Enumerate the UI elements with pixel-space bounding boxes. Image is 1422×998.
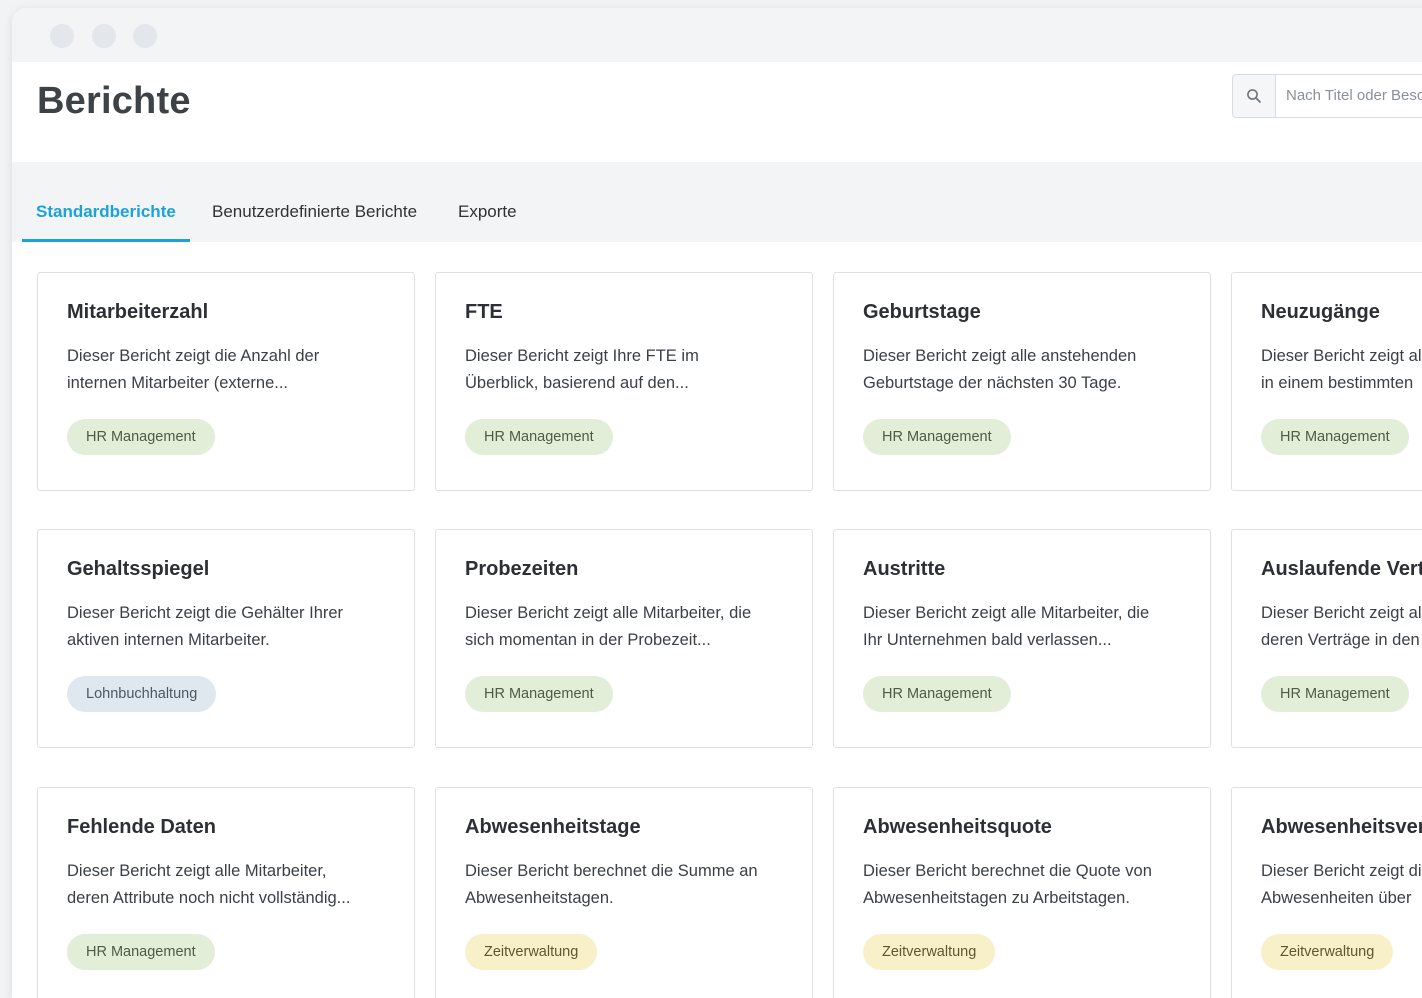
tab-standardberichte[interactable]: Standardberichte [22, 192, 190, 242]
category-badge: HR Management [67, 934, 215, 970]
card-description: Dieser Bericht zeigt alle Mitarbeiter, de… [67, 858, 397, 912]
search-input[interactable] [1276, 75, 1422, 115]
tab-benutzerdefinierte-berichte[interactable]: Benutzerdefinierte Berichte [198, 192, 431, 242]
card-title: Abwesenheitstage [465, 816, 641, 838]
category-badge: Zeitverwaltung [465, 934, 598, 970]
page-header: Berichte [12, 62, 1422, 162]
card-description-line: Dieser Bericht zeigt alle anstehenden [863, 347, 1137, 365]
card-description-line: Dieser Bericht berechnet die Summe an [465, 862, 758, 880]
card-description-line: Dieser Bericht zeigt die Anzahl der [67, 347, 320, 365]
report-card-probezeiten[interactable]: Probezeiten Dieser Bericht zeigt alle Mi… [435, 529, 813, 748]
card-description-line: Abwesenheiten über [1261, 889, 1412, 907]
card-description: Dieser Bericht zeigt alle Mitarbeiter, d… [465, 600, 795, 654]
card-description-line: Abwesenheitstagen. [465, 889, 614, 907]
card-title: Abwesenheitsquote [863, 816, 1052, 838]
card-description-line: Überblick, basierend auf den... [465, 374, 689, 392]
report-card-geburtstage[interactable]: Geburtstage Dieser Bericht zeigt alle an… [833, 272, 1211, 491]
card-title: Abwesenheitsverteilung [1261, 816, 1422, 838]
tab-bar: Standardberichte Benutzerdefinierte Beri… [12, 162, 1422, 242]
search-icon[interactable] [1233, 75, 1276, 117]
card-description-line: Geburtstage der nächsten 30 Tage. [863, 374, 1122, 392]
card-description-line: Dieser Bericht zeigt alle [1261, 604, 1422, 622]
card-description: Dieser Bericht zeigt alle Mitarbeiter, d… [863, 600, 1193, 654]
card-description-line: deren Attribute noch nicht vollständig..… [67, 889, 351, 907]
card-description: Dieser Bericht zeigt die Gehälter Ihrer a… [67, 600, 397, 654]
window-titlebar [12, 8, 1422, 62]
card-description-line: Dieser Bericht zeigt die [1261, 862, 1422, 880]
card-description: Dieser Bericht zeigt alle deren Verträge … [1261, 600, 1422, 654]
card-description-line: Dieser Bericht zeigt alle [1261, 347, 1422, 365]
card-description-line: aktiven internen Mitarbeiter. [67, 631, 270, 649]
page-title: Berichte [37, 80, 191, 122]
report-card-austritte[interactable]: Austritte Dieser Bericht zeigt alle Mita… [833, 529, 1211, 748]
category-badge: HR Management [465, 419, 613, 455]
tab-exporte[interactable]: Exporte [444, 192, 531, 242]
card-description-line: sich momentan in der Probezeit... [465, 631, 711, 649]
report-card-neuzugaenge[interactable]: Neuzugänge Dieser Bericht zeigt alle in e… [1231, 272, 1422, 491]
window-maximize-dot[interactable] [133, 24, 157, 48]
card-description-line: Dieser Bericht zeigt alle Mitarbeiter, d… [465, 604, 752, 622]
app-window: Berichte Standardberichte Benutzerdefini… [12, 8, 1422, 998]
card-title: Mitarbeiterzahl [67, 301, 209, 323]
card-description: Dieser Bericht berechnet die Quote von Ab… [863, 858, 1193, 912]
card-description-line: Abwesenheitstagen zu Arbeitstagen. [863, 889, 1130, 907]
report-card-fte[interactable]: FTE Dieser Bericht zeigt Ihre FTE im Über… [435, 272, 813, 491]
card-title: Gehaltsspiegel [67, 558, 210, 580]
card-title: Auslaufende Verträge [1261, 558, 1422, 580]
card-description-line: internen Mitarbeiter (externe... [67, 374, 289, 392]
card-description: Dieser Bericht zeigt alle in einem bestim… [1261, 343, 1422, 397]
card-description-line: Dieser Bericht zeigt die Gehälter Ihrer [67, 604, 344, 622]
card-description: Dieser Bericht zeigt Ihre FTE im Überblic… [465, 343, 795, 397]
search-box[interactable] [1232, 74, 1422, 118]
card-title: Fehlende Daten [67, 816, 216, 838]
card-title: Probezeiten [465, 558, 579, 580]
card-description: Dieser Bericht zeigt die Anzahl der inter… [67, 343, 397, 397]
category-badge: Zeitverwaltung [1261, 934, 1394, 970]
report-card-gehaltsspiegel[interactable]: Gehaltsspiegel Dieser Bericht zeigt die … [37, 529, 415, 748]
category-badge: HR Management [67, 419, 215, 455]
card-description: Dieser Bericht berechnet die Summe an Abw… [465, 858, 795, 912]
card-title: FTE [465, 301, 503, 323]
card-title: Neuzugänge [1261, 301, 1380, 323]
report-card-abwesenheitstage[interactable]: Abwesenheitstage Dieser Bericht berechne… [435, 787, 813, 998]
category-badge: HR Management [863, 419, 1011, 455]
report-card-abwesenheitsquote[interactable]: Abwesenheitsquote Dieser Bericht berechn… [833, 787, 1211, 998]
card-description-line: Dieser Bericht zeigt Ihre FTE im [465, 347, 699, 365]
card-description: Dieser Bericht zeigt die Abwesenheiten üb… [1261, 858, 1422, 912]
card-description-line: Dieser Bericht berechnet die Quote von [863, 862, 1152, 880]
card-title: Austritte [863, 558, 946, 580]
report-card-fehlende-daten[interactable]: Fehlende Daten Dieser Bericht zeigt alle… [37, 787, 415, 998]
card-description-line: Ihr Unternehmen bald verlassen... [863, 631, 1112, 649]
category-badge: Zeitverwaltung [863, 934, 996, 970]
card-description-line: Dieser Bericht zeigt alle Mitarbeiter, d… [863, 604, 1150, 622]
category-badge: Lohnbuchhaltung [67, 676, 217, 712]
card-description-line: Dieser Bericht zeigt alle Mitarbeiter, [67, 862, 327, 880]
category-badge: HR Management [1261, 419, 1409, 455]
category-badge: HR Management [863, 676, 1011, 712]
report-card-mitarbeiterzahl[interactable]: Mitarbeiterzahl Dieser Bericht zeigt die… [37, 272, 415, 491]
window-minimize-dot[interactable] [92, 24, 116, 48]
report-card-abwesenheitsverteilung[interactable]: Abwesenheitsverteilung Dieser Bericht ze… [1231, 787, 1422, 998]
category-badge: HR Management [1261, 676, 1409, 712]
window-close-dot[interactable] [50, 24, 74, 48]
card-title: Geburtstage [863, 301, 981, 323]
report-card-auslaufende-vertraege[interactable]: Auslaufende Verträge Dieser Bericht zeig… [1231, 529, 1422, 748]
card-description: Dieser Bericht zeigt alle anstehenden Geb… [863, 343, 1193, 397]
card-description-line: in einem bestimmten [1261, 374, 1414, 392]
category-badge: HR Management [465, 676, 613, 712]
card-description-line: deren Verträge in den [1261, 631, 1420, 649]
